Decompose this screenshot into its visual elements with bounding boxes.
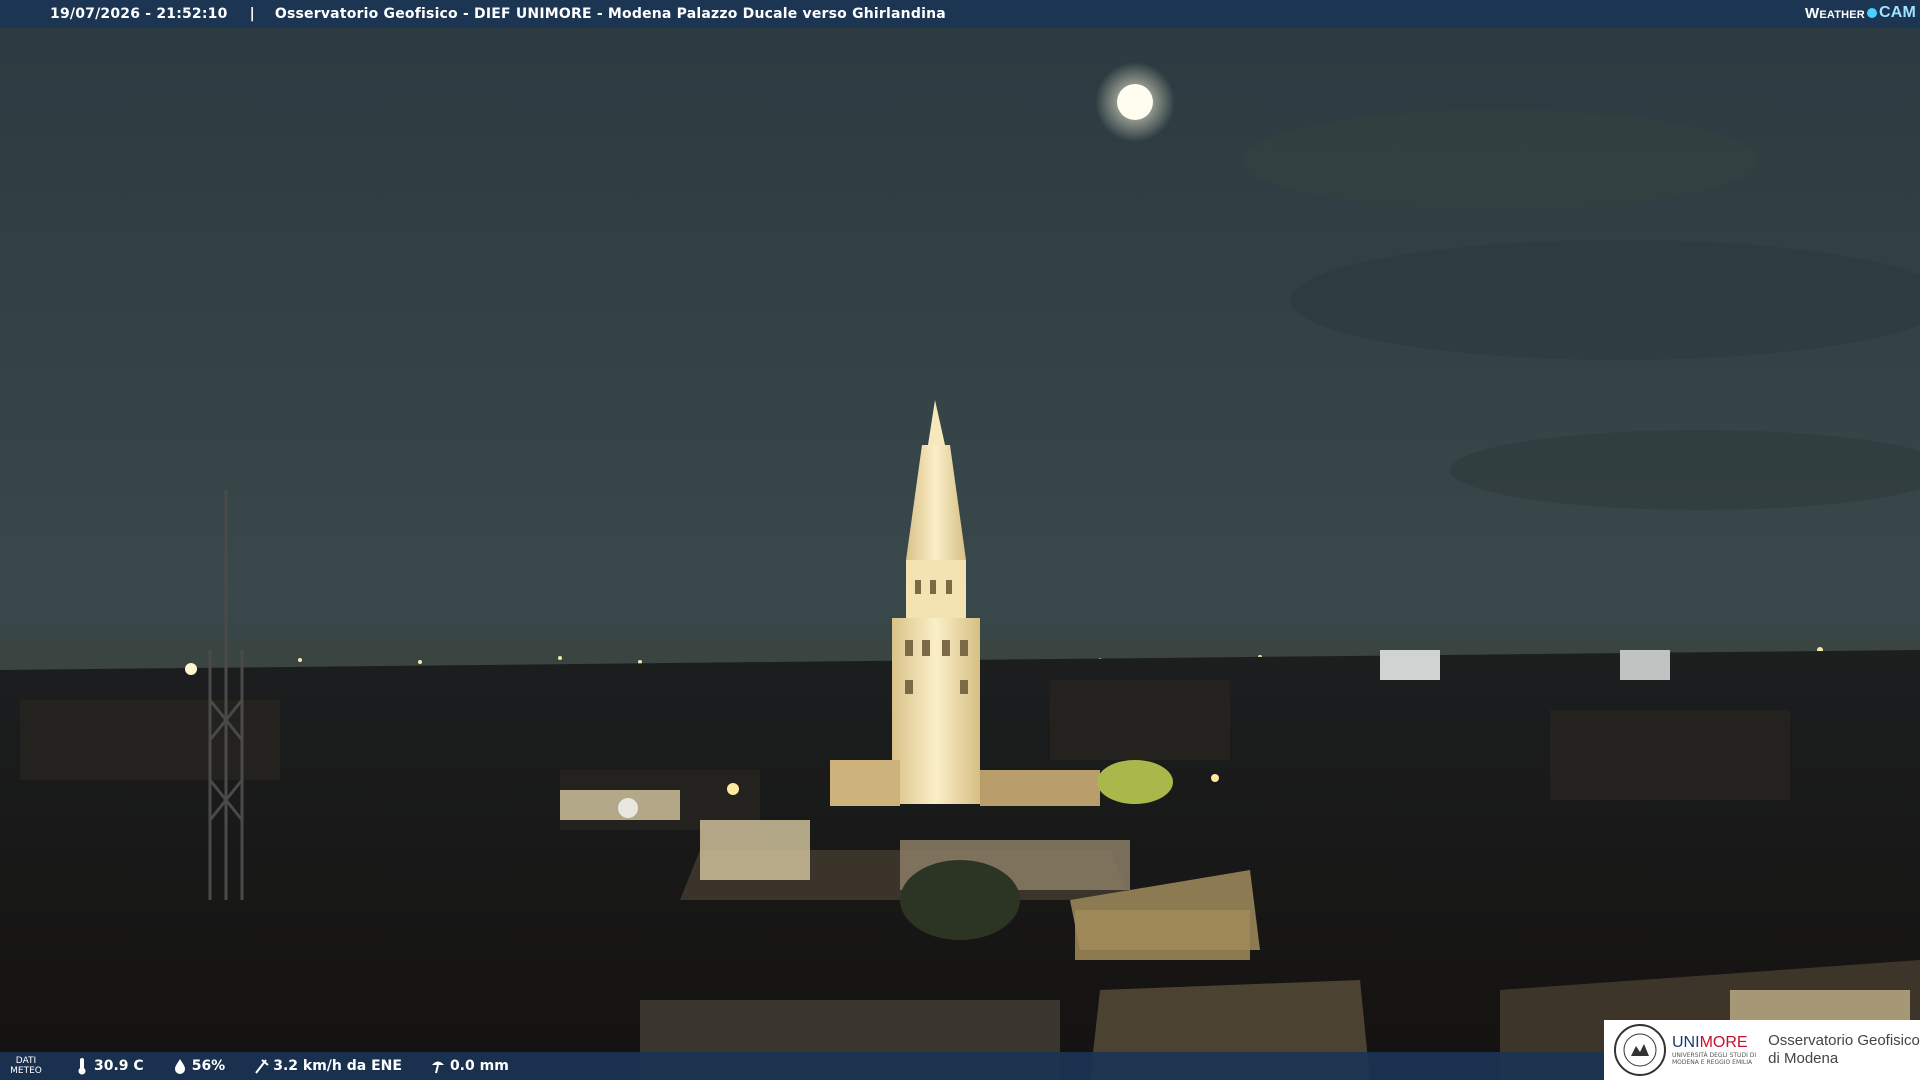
wind-readout: 3.2 km/h da ENE	[253, 1057, 402, 1075]
observatory-name: Osservatorio Geofisico di Modena	[1768, 1032, 1920, 1068]
humidity-drop-icon	[174, 1059, 185, 1074]
meteo-tag-line1: DATI	[15, 1056, 37, 1066]
temperature-readout: 30.9 C	[74, 1057, 144, 1075]
meteo-tag-line2: METEO	[10, 1066, 42, 1076]
rain-gauge-icon	[431, 1061, 444, 1074]
camera-title: Osservatorio Geofisico - DIEF UNIMORE - …	[274, 6, 946, 22]
city-night-scene	[0, 0, 1920, 1080]
rain-readout: 0.0 mm	[430, 1057, 509, 1075]
humidity-readout: 56%	[172, 1057, 226, 1075]
brand-part2: CAM	[1878, 4, 1916, 21]
unimore-part2: MORE	[1699, 1034, 1748, 1051]
unimore-part1: UNI	[1672, 1034, 1700, 1051]
webcam-image	[0, 0, 1920, 1080]
humidity-value: 56%	[191, 1058, 226, 1074]
wind-value: 3.2 km/h da ENE	[273, 1058, 402, 1074]
brand-dot-icon	[1866, 8, 1877, 18]
observatory-line2: di Modena	[1768, 1050, 1839, 1067]
brand-part1: Weather	[1804, 4, 1865, 22]
header-bar: 19/07/2026 - 21:52:10 | Osservatorio Geo…	[0, 0, 1920, 28]
meteo-tag: DATI METEO	[0, 1056, 52, 1076]
unimore-logo-panel: UNIMORE UNIVERSITÀ DEGLI STUDI DI MODENA…	[1604, 1020, 1920, 1080]
thermometer-icon	[78, 1058, 86, 1075]
university-seal-icon	[1614, 1024, 1666, 1076]
wind-icon	[255, 1059, 269, 1074]
unimore-subtitle-1: UNIVERSITÀ DEGLI STUDI DI	[1672, 1052, 1757, 1059]
separator: |	[249, 6, 255, 22]
timestamp: 19/07/2026 - 21:52:10	[50, 6, 228, 22]
rain-value: 0.0 mm	[449, 1058, 509, 1074]
unimore-wordmark: UNIMORE UNIVERSITÀ DEGLI STUDI DI MODENA…	[1672, 1034, 1756, 1066]
temperature-value: 30.9 C	[94, 1058, 144, 1074]
observatory-line1: Osservatorio Geofisico	[1768, 1032, 1920, 1049]
weathercam-logo: Weather CAM	[1805, 4, 1916, 22]
unimore-subtitle-2: MODENA E REGGIO EMILIA	[1672, 1059, 1753, 1066]
